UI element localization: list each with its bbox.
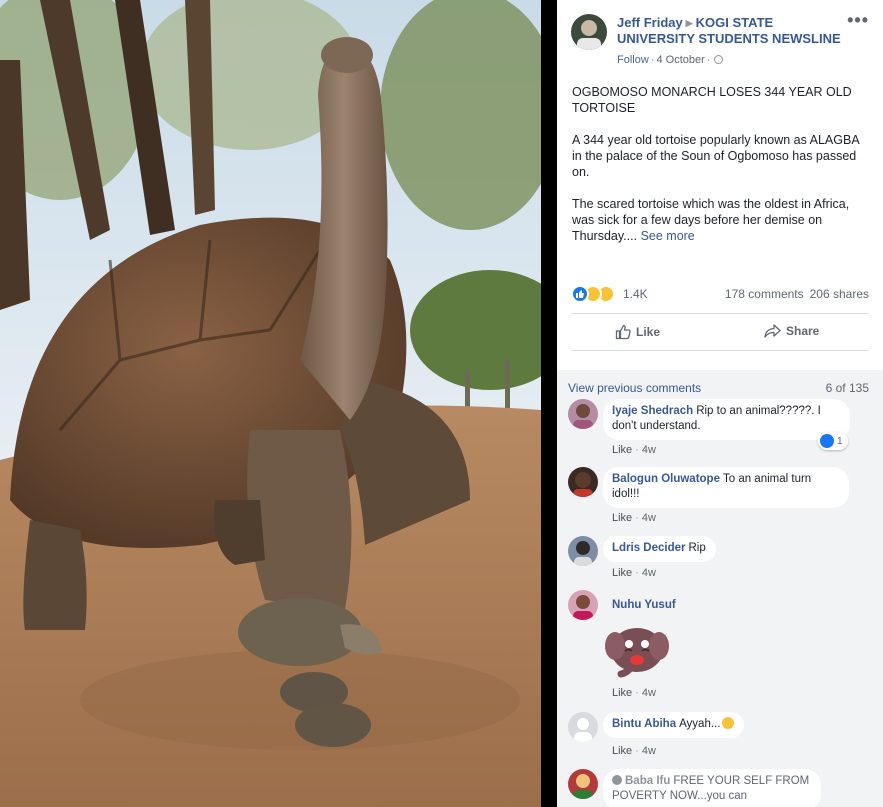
comment-actions: Like · 4w (612, 512, 656, 524)
post-photo[interactable] (0, 0, 541, 807)
share-arrow-icon (764, 324, 781, 338)
separator-dot: · (635, 745, 639, 757)
comment-time[interactable]: 4w (642, 444, 656, 456)
author-avatar[interactable] (571, 14, 607, 50)
comment-text: Rip (688, 542, 706, 554)
comment-bubble: Bintu Abiha Ayyah... (603, 712, 745, 738)
post-meta: Follow · 4 October · (617, 54, 724, 66)
divider (571, 313, 869, 314)
separator-dot: · (650, 54, 655, 66)
reactions-bar: 1.4K 178 comments 206 shares (571, 285, 869, 303)
comment-like-link[interactable]: Like (612, 687, 632, 699)
post-paragraph-1: A 344 year old tortoise popularly known … (572, 133, 859, 179)
comment-item: Ldris Decider Rip Like · 4w (568, 536, 868, 581)
post-header: Jeff Friday ▶ KOGI STATE UNIVERSITY STUDEN… (557, 0, 883, 70)
like-button-label: Like (636, 325, 661, 339)
reaction-count[interactable]: 1.4K (623, 287, 648, 301)
comment-bubble: Balogun Oluwatope To an animal turn idol!… (603, 467, 849, 508)
comment-author-link[interactable]: Bintu Abiha (612, 718, 676, 730)
comment-item: Iyaje Shedrach Rip to an animal?????. I d… (568, 399, 868, 459)
globe-icon (714, 55, 724, 64)
comment-item: Nuhu Yusuf Like · 4w (568, 590, 868, 705)
sad-emoji-icon (722, 717, 735, 729)
arrow-right-icon: ▶ (685, 18, 693, 28)
post-details-panel: Jeff Friday ▶ KOGI STATE UNIVERSITY STUDEN… (557, 0, 883, 807)
comment-author-link[interactable]: Iyaje Shedrach (612, 405, 693, 417)
post-actions: Like Share (571, 318, 869, 346)
thumbs-up-icon (615, 324, 631, 340)
comments-count[interactable]: 178 comments (725, 287, 804, 301)
tortoise-photo-image (0, 0, 541, 807)
engagement-counts: 178 comments 206 shares (725, 287, 869, 301)
commenter-avatar[interactable] (568, 399, 598, 429)
post-author-line: Jeff Friday ▶ KOGI STATE UNIVERSITY STUDEN… (617, 15, 845, 47)
separator-dot: · (635, 444, 639, 456)
shares-count[interactable]: 206 shares (810, 287, 869, 301)
comment-time[interactable]: 4w (642, 512, 656, 524)
follow-link[interactable]: Follow (617, 54, 649, 66)
comment-time[interactable]: 4w (642, 687, 656, 699)
author-name-link[interactable]: Jeff Friday (617, 15, 683, 30)
comment-like-link[interactable]: Like (612, 567, 632, 579)
like-reaction-icon (820, 434, 834, 448)
comment-author-link[interactable]: Balogun Oluwatope (612, 473, 720, 485)
comments-section: View previous comments 6 of 135 Iyaje Sh… (557, 370, 883, 807)
comment-actions: Like · 4w (612, 687, 656, 699)
commenter-avatar[interactable] (568, 769, 598, 799)
verified-badge-icon (612, 775, 622, 785)
post-headline: OGBOMOSO MONARCH LOSES 344 YEAR OLD TORT… (572, 85, 852, 115)
commenter-avatar[interactable] (568, 712, 598, 742)
commenter-avatar[interactable] (568, 590, 598, 620)
comment-author-link[interactable]: Baba Ifu (625, 775, 670, 787)
separator-dot: · (635, 512, 639, 524)
more-options-icon[interactable]: ••• (847, 10, 869, 31)
comment-time[interactable]: 4w (642, 745, 656, 757)
comment-actions: Like · 4w (612, 567, 656, 579)
separator-dot: · (706, 54, 711, 66)
comment-bubble: Ldris Decider Rip (603, 536, 716, 562)
comment-author-link[interactable]: Ldris Decider (612, 542, 686, 554)
post-body: OGBOMOSO MONARCH LOSES 344 YEAR OLD TORT… (572, 84, 868, 260)
divider (571, 350, 869, 351)
comment-text: Ayyah... (679, 718, 721, 730)
comment-like-link[interactable]: Like (612, 745, 632, 757)
view-previous-comments-link[interactable]: View previous comments (568, 381, 701, 395)
share-button-label: Share (786, 324, 820, 338)
see-more-link[interactable]: See more (641, 229, 695, 243)
comment-reaction-badge[interactable]: 1 (818, 432, 848, 450)
comment-item: Bintu Abiha Ayyah... Like · 4w (568, 712, 868, 757)
share-button[interactable]: Share (764, 324, 819, 338)
comment-like-link[interactable]: Like (612, 444, 632, 456)
like-button[interactable]: Like (615, 324, 660, 340)
separator-dot: · (635, 687, 639, 699)
comment-actions: Like · 4w (612, 745, 656, 757)
post-paragraph-2-text: The scared tortoise which was the oldest… (572, 197, 850, 243)
comment-item: Baba Ifu FREE YOUR SELF FROM POVERTY NOW.… (568, 769, 868, 807)
like-reaction-icon (571, 285, 589, 303)
comment-reaction-count: 1 (837, 435, 843, 447)
commenter-avatar[interactable] (568, 536, 598, 566)
comment-item: Balogun Oluwatope To an animal turn idol!… (568, 467, 868, 527)
post-date[interactable]: 4 October (656, 54, 704, 66)
post-paragraph-2: The scared tortoise which was the oldest… (572, 196, 868, 244)
comment-time[interactable]: 4w (642, 567, 656, 579)
comment-like-link[interactable]: Like (612, 512, 632, 524)
separator-dot: · (635, 567, 639, 579)
commenter-avatar[interactable] (568, 467, 598, 497)
comment-bubble: Baba Ifu FREE YOUR SELF FROM POVERTY NOW.… (603, 769, 821, 807)
comment-actions: Like · 4w (612, 444, 656, 456)
comments-counter: 6 of 135 (825, 381, 869, 395)
crying-elephant-sticker (601, 620, 671, 678)
comment-author-link[interactable]: Nuhu Yusuf (612, 599, 676, 611)
comment-bubble: Iyaje Shedrach Rip to an animal?????. I d… (603, 399, 850, 440)
